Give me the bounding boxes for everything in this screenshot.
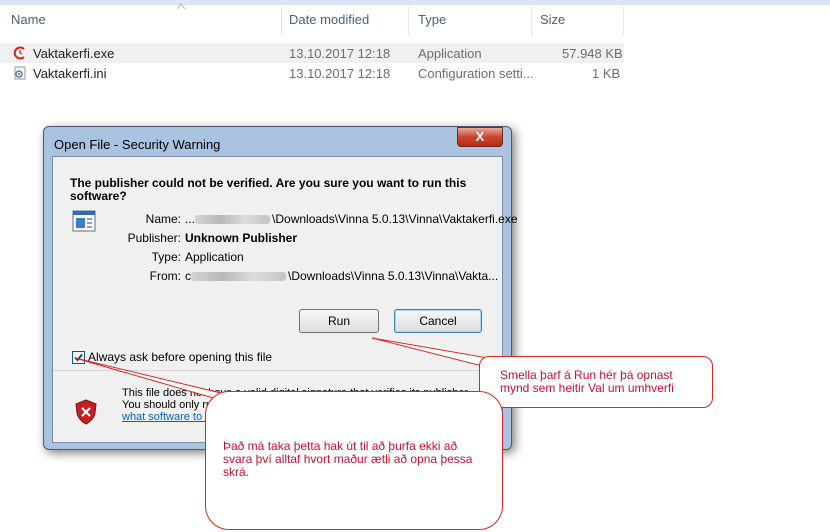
checkbox-callout: Það má taka þetta hak út til að þurfa ek…: [205, 391, 503, 530]
run-callout-pointer: [371, 337, 491, 369]
run-callout-text: Smella þarf á Run hér þá opnast mynd sem…: [500, 368, 674, 395]
checkbox-callout-text: Það má taka þetta hak út til að þurfa ek…: [223, 439, 473, 479]
run-callout: Smella þarf á Run hér þá opnast mynd sem…: [479, 356, 713, 408]
